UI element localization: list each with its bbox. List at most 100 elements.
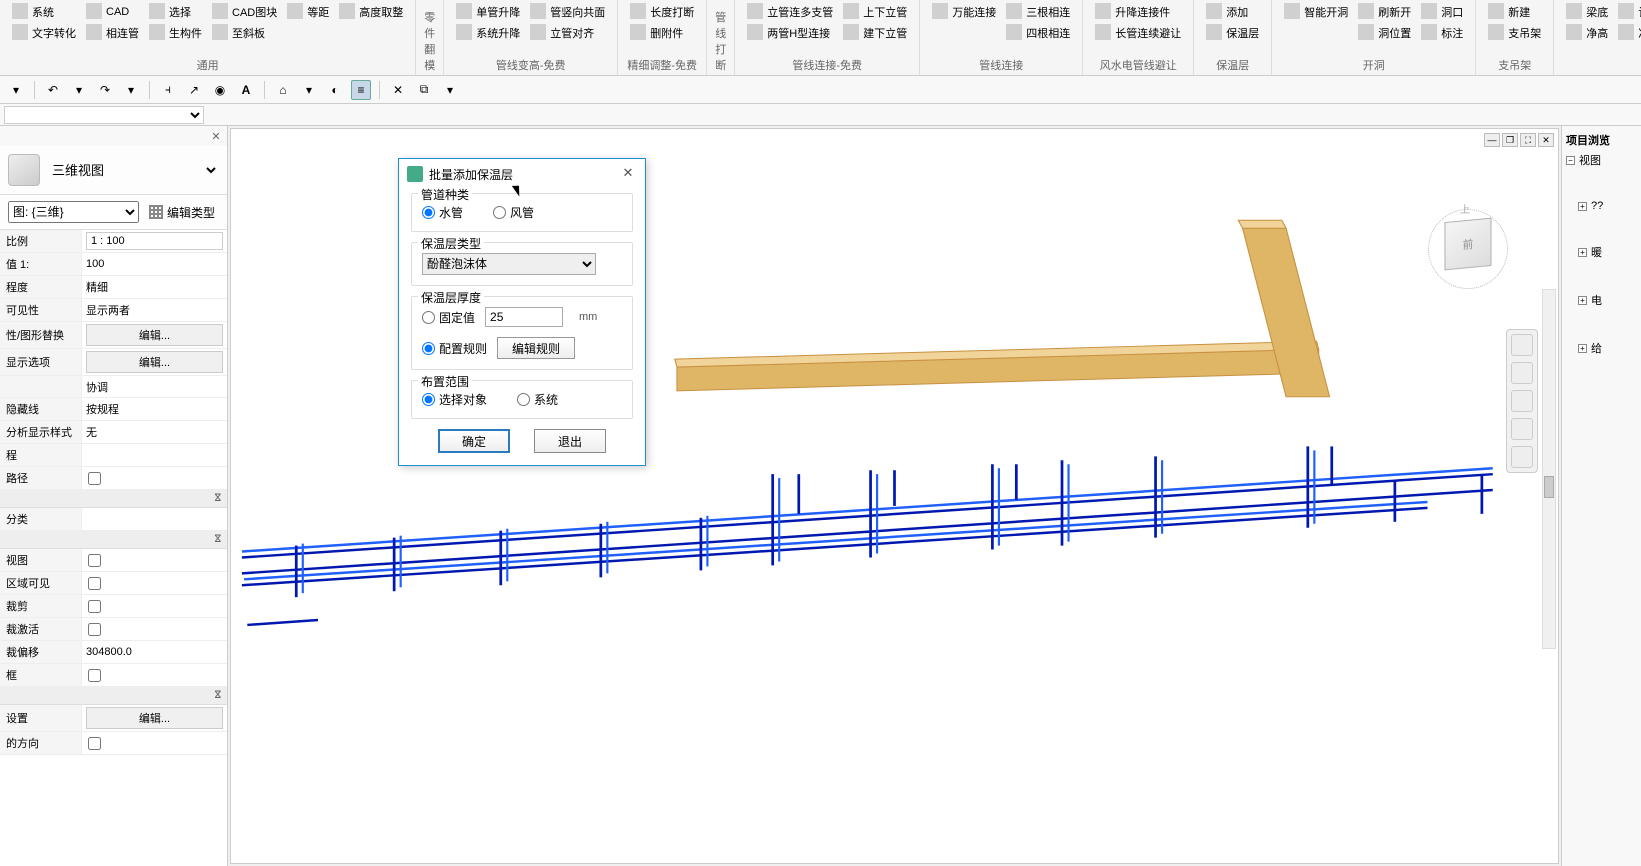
switch-window-button[interactable]: ⧉ bbox=[414, 80, 434, 100]
ribbon-button[interactable]: 管竖向共面 bbox=[526, 2, 609, 22]
property-checkbox[interactable] bbox=[88, 554, 101, 567]
ribbon-button[interactable]: 刷新开 bbox=[1354, 2, 1415, 22]
ribbon-button[interactable]: 净高 bbox=[1614, 23, 1641, 43]
property-checkbox[interactable] bbox=[88, 472, 101, 485]
tree-item[interactable]: +?? bbox=[1564, 198, 1639, 214]
view3d-dd[interactable]: ▾ bbox=[299, 80, 319, 100]
nav-full-wheel[interactable] bbox=[1511, 334, 1533, 356]
thin-lines-button[interactable]: ≡ bbox=[351, 80, 371, 100]
ribbon-button[interactable]: 生构件 bbox=[145, 23, 206, 43]
undo-button[interactable]: ↶ bbox=[43, 80, 63, 100]
ribbon-button[interactable]: 两管H型连接 bbox=[743, 23, 837, 43]
property-value[interactable]: 编辑... bbox=[82, 349, 227, 375]
ribbon-button[interactable]: 等距 bbox=[283, 2, 333, 22]
ribbon-button[interactable]: 上下立管 bbox=[839, 2, 911, 22]
ribbon-button[interactable]: 长管连续避让 bbox=[1091, 23, 1185, 43]
property-value[interactable] bbox=[82, 549, 227, 571]
ribbon-button[interactable]: 长度打断 bbox=[626, 2, 698, 22]
ribbon-button[interactable]: 系统 bbox=[8, 2, 80, 22]
ribbon-button[interactable]: 选择 bbox=[145, 2, 206, 22]
ribbon-button[interactable]: 系统升降 bbox=[452, 23, 524, 43]
ribbon-button[interactable]: 洞口 bbox=[1417, 2, 1467, 22]
ribbon-button[interactable]: 建下立管 bbox=[839, 23, 911, 43]
section-expand-icon[interactable]: ⴵ bbox=[215, 493, 221, 504]
tree-toggle-icon[interactable]: + bbox=[1578, 344, 1587, 353]
close-hidden-button[interactable]: ✕ bbox=[388, 80, 408, 100]
tree-item[interactable]: −视图 bbox=[1564, 150, 1639, 170]
ribbon-button[interactable]: 三根相连 bbox=[1002, 2, 1074, 22]
viewport-vscrollbar[interactable] bbox=[1542, 289, 1556, 649]
view3d-button[interactable]: ⌂ bbox=[273, 80, 293, 100]
tree-item[interactable]: +给 bbox=[1564, 338, 1639, 358]
property-value[interactable]: 编辑... bbox=[82, 322, 227, 348]
radio-select-object[interactable]: 选择对象 bbox=[422, 391, 487, 408]
property-text-input[interactable] bbox=[86, 232, 223, 250]
ribbon-button[interactable]: 单管升降 bbox=[452, 2, 524, 22]
ribbon-button[interactable]: 智能开洞 bbox=[1280, 2, 1352, 22]
ribbon-button[interactable]: 计算 bbox=[1614, 2, 1641, 22]
pin-button[interactable]: ◉ bbox=[210, 80, 230, 100]
ribbon-button[interactable]: 万能连接 bbox=[928, 2, 1000, 22]
radio-fixed-value[interactable]: 固定值 bbox=[422, 309, 475, 326]
ribbon-button[interactable]: 梁底 bbox=[1562, 2, 1612, 22]
text-button[interactable]: A bbox=[236, 80, 256, 100]
undo-dd[interactable]: ▾ bbox=[69, 80, 89, 100]
property-value[interactable] bbox=[82, 732, 227, 754]
nav-pan[interactable] bbox=[1511, 362, 1533, 384]
ribbon-button[interactable]: 保温层 bbox=[1202, 23, 1263, 43]
property-checkbox[interactable] bbox=[88, 737, 101, 750]
section-expand-icon[interactable]: ⴵ bbox=[215, 534, 221, 545]
tree-toggle-icon[interactable]: + bbox=[1578, 296, 1587, 305]
radio-config-rule[interactable]: 配置规则 bbox=[422, 340, 487, 357]
ribbon-button[interactable]: 升降连接件 bbox=[1091, 2, 1185, 22]
nav-look[interactable] bbox=[1511, 446, 1533, 468]
tree-item[interactable]: +电 bbox=[1564, 290, 1639, 310]
property-checkbox[interactable] bbox=[88, 577, 101, 590]
ribbon-button[interactable]: CAD图块 bbox=[208, 2, 281, 22]
qa-dropdown[interactable]: ▾ bbox=[6, 80, 26, 100]
property-edit-button[interactable]: 编辑... bbox=[86, 351, 223, 373]
property-value[interactable]: 编辑... bbox=[82, 705, 227, 731]
thickness-input[interactable] bbox=[485, 307, 563, 327]
dialog-close-button[interactable]: ✕ bbox=[619, 165, 637, 183]
ribbon-button[interactable]: 新建 bbox=[1484, 2, 1545, 22]
ribbon-button[interactable]: CAD bbox=[82, 2, 143, 22]
ribbon-button[interactable]: 立管连多支管 bbox=[743, 2, 837, 22]
align-button[interactable]: ⫞ bbox=[158, 80, 178, 100]
cancel-button[interactable]: 退出 bbox=[534, 429, 606, 453]
property-value[interactable] bbox=[82, 230, 227, 252]
ribbon-button[interactable]: 四根相连 bbox=[1002, 23, 1074, 43]
switch-dd[interactable]: ▾ bbox=[440, 80, 460, 100]
property-value[interactable] bbox=[82, 572, 227, 594]
redo-dd[interactable]: ▾ bbox=[121, 80, 141, 100]
tree-item[interactable]: +暖 bbox=[1564, 242, 1639, 262]
ribbon-button[interactable]: 添加 bbox=[1202, 2, 1263, 22]
ribbon-button[interactable]: 文字转化 bbox=[8, 23, 80, 43]
measure-button[interactable]: ↗ bbox=[184, 80, 204, 100]
edit-type-button[interactable]: 编辑类型 bbox=[145, 202, 219, 223]
panel-close-button[interactable]: ✕ bbox=[209, 130, 223, 144]
edit-rule-button[interactable]: 编辑规则 bbox=[497, 337, 575, 359]
property-edit-button[interactable]: 编辑... bbox=[86, 324, 223, 346]
radio-system[interactable]: 系统 bbox=[517, 391, 558, 408]
nav-orbit[interactable] bbox=[1511, 418, 1533, 440]
ribbon-button[interactable]: 标注 bbox=[1417, 23, 1467, 43]
ribbon-button[interactable]: 删附件 bbox=[626, 23, 698, 43]
radio-air-duct[interactable]: 风管 bbox=[493, 204, 534, 221]
viewcube[interactable]: 前 上 bbox=[1408, 189, 1528, 309]
property-checkbox[interactable] bbox=[88, 669, 101, 682]
ribbon-button[interactable]: 立管对齐 bbox=[526, 23, 609, 43]
radio-water-pipe[interactable]: 水管 bbox=[422, 204, 463, 221]
property-edit-button[interactable]: 编辑... bbox=[86, 707, 223, 729]
ok-button[interactable]: 确定 bbox=[438, 429, 510, 453]
ribbon-button[interactable]: 高度取整 bbox=[335, 2, 407, 22]
property-value[interactable] bbox=[82, 664, 227, 686]
view-selector-dropdown[interactable]: 图: {三维} bbox=[8, 201, 139, 223]
nav-zoom[interactable] bbox=[1511, 390, 1533, 412]
tree-toggle-icon[interactable]: + bbox=[1578, 202, 1587, 211]
tree-toggle-icon[interactable]: − bbox=[1566, 156, 1575, 165]
tree-toggle-icon[interactable]: + bbox=[1578, 248, 1587, 257]
property-value[interactable] bbox=[82, 467, 227, 489]
insulation-type-select[interactable]: 酚醛泡沫体 bbox=[422, 253, 596, 275]
view-type-dropdown[interactable]: 三维视图 bbox=[48, 162, 219, 179]
